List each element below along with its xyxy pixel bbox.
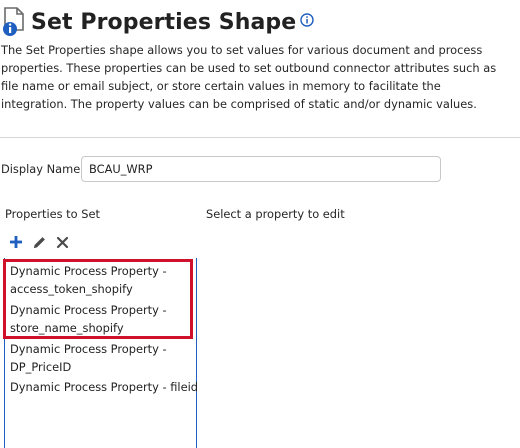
list-item[interactable]: Dynamic Process Property - fileid bbox=[10, 378, 198, 396]
page-header: Set Properties Shape bbox=[2, 6, 315, 38]
properties-to-set-label: Properties to Set bbox=[5, 207, 100, 221]
list-item[interactable]: Dynamic Process Property - access_token_… bbox=[10, 262, 167, 298]
pencil-icon[interactable] bbox=[31, 234, 47, 250]
info-icon[interactable] bbox=[300, 12, 315, 27]
shape-description: The Set Properties shape allows you to s… bbox=[1, 43, 497, 111]
display-name-field[interactable] bbox=[81, 156, 441, 182]
list-item-label: Dynamic Process Property - bbox=[10, 342, 167, 356]
edit-hint-text: Select a property to edit bbox=[206, 207, 345, 221]
list-item-label: access_token_shopify bbox=[10, 282, 133, 296]
section-divider bbox=[0, 137, 520, 138]
list-item-label: DP_PriceID bbox=[10, 360, 72, 374]
list-item-label: Dynamic Process Property - bbox=[10, 303, 167, 317]
display-name-label: Display Name bbox=[1, 162, 81, 176]
list-item[interactable]: Dynamic Process Property - DP_PriceID bbox=[10, 340, 167, 376]
list-item-label: store_name_shopify bbox=[10, 321, 124, 335]
plus-icon[interactable] bbox=[8, 234, 24, 250]
list-item[interactable]: Dynamic Process Property - store_name_sh… bbox=[10, 301, 167, 337]
list-item-label: Dynamic Process Property - fileid bbox=[10, 380, 198, 394]
page-title: Set Properties Shape bbox=[31, 9, 297, 35]
properties-toolbar bbox=[8, 234, 77, 250]
close-icon[interactable] bbox=[54, 234, 70, 250]
document-info-icon bbox=[2, 7, 26, 37]
list-item-label: Dynamic Process Property - bbox=[10, 264, 167, 278]
